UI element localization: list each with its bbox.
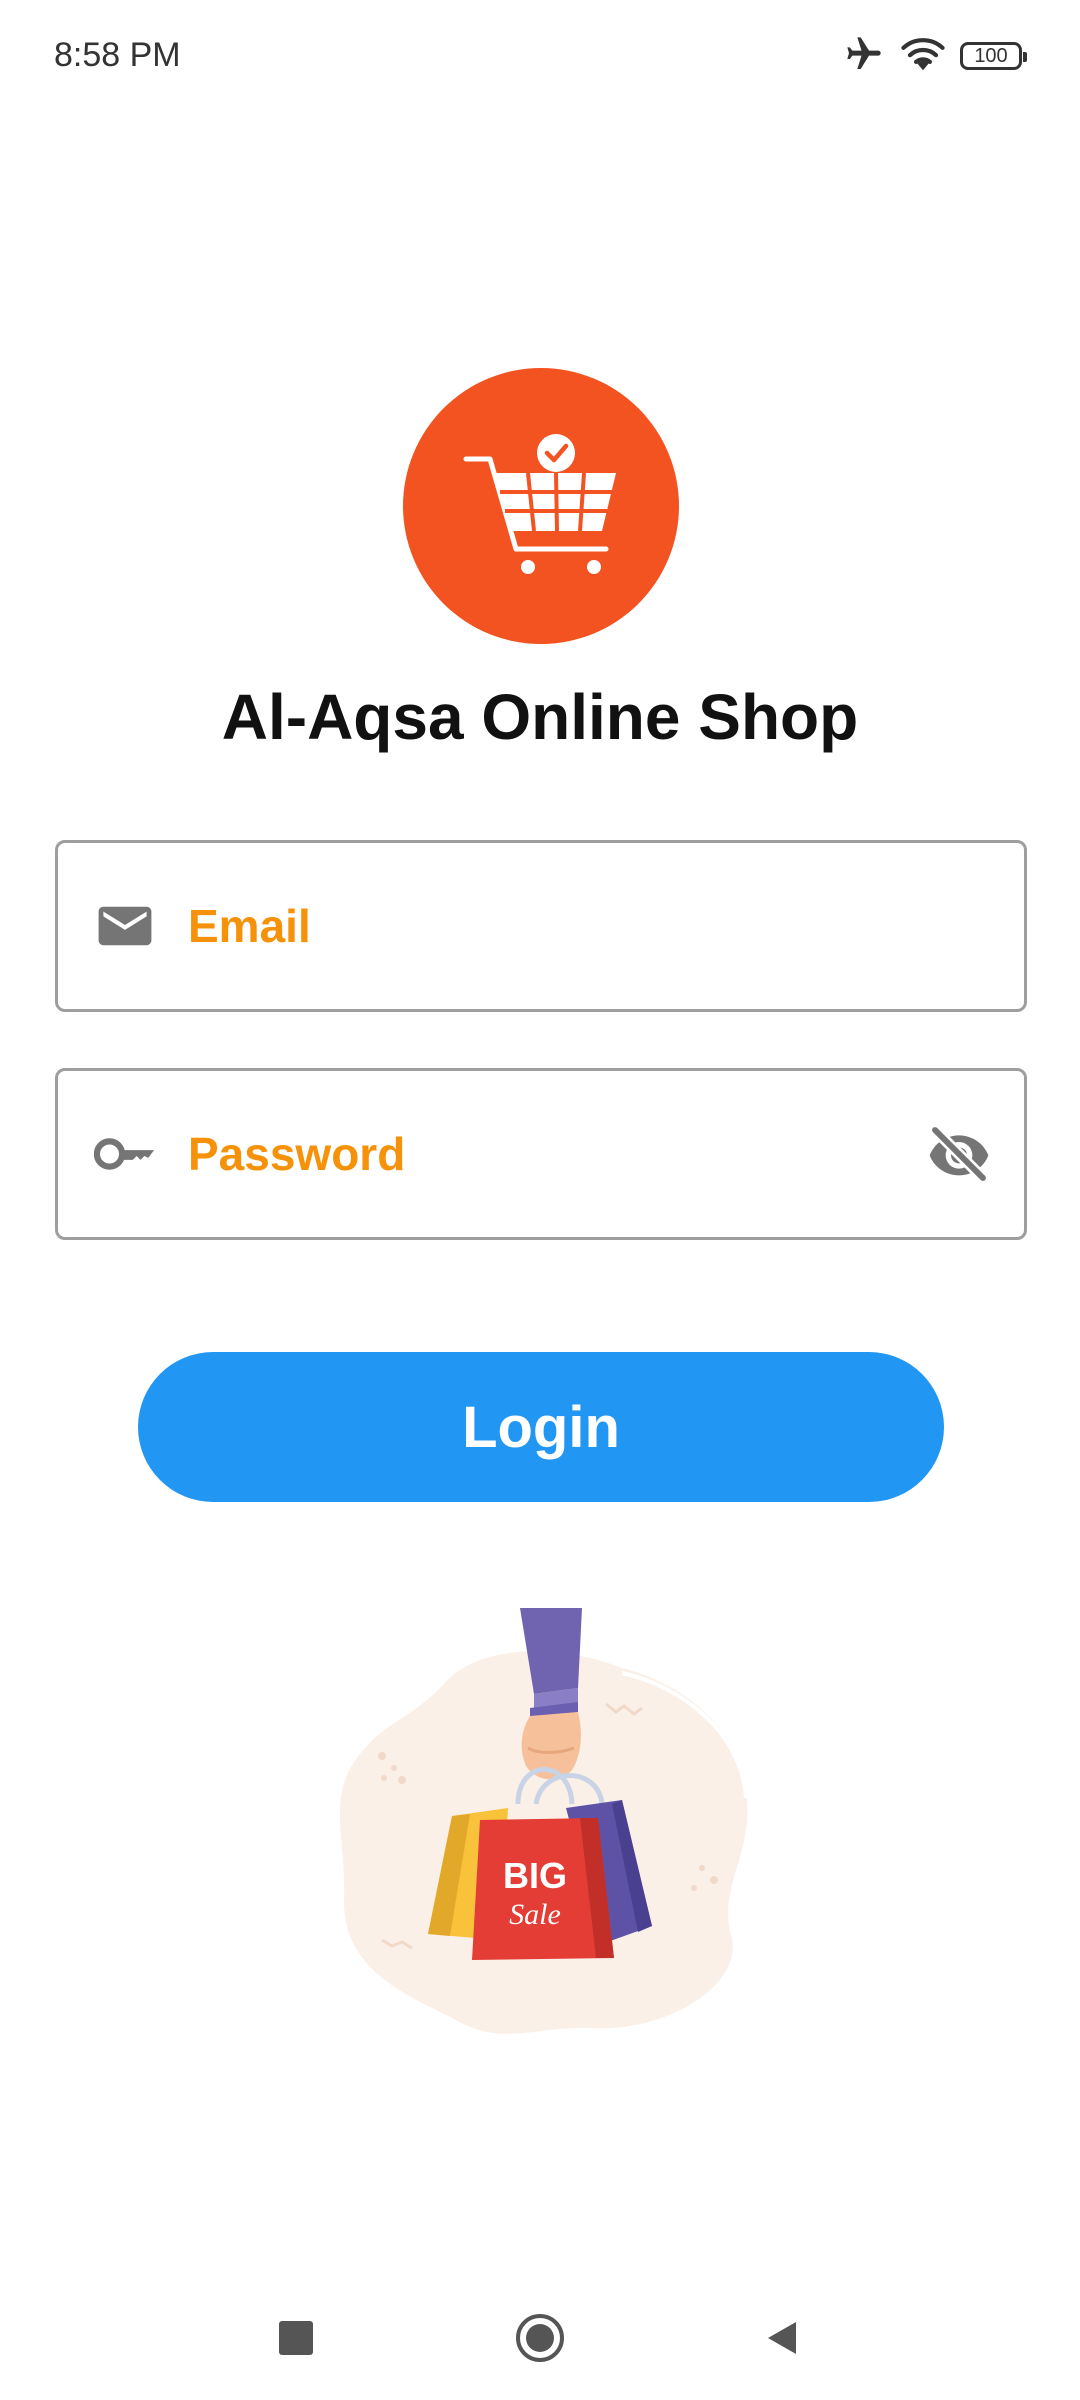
status-time: 8:58 PM [54, 36, 181, 74]
shopping-bags-illustration: BIG Sale [322, 1608, 762, 2048]
status-bar: 8:58 PM 100 [0, 0, 1080, 116]
mail-icon [94, 895, 156, 957]
system-navigation-bar [0, 2290, 1080, 2380]
login-button[interactable]: Login [138, 1352, 944, 1502]
wifi-icon [900, 34, 946, 79]
home-icon[interactable] [510, 2308, 570, 2368]
recent-apps-icon[interactable] [266, 2308, 326, 2368]
email-field[interactable]: Email [55, 840, 1027, 1012]
bag-label-big: BIG [503, 1855, 567, 1896]
eye-off-icon[interactable] [924, 1119, 994, 1189]
bag-label-sale: Sale [509, 1898, 561, 1931]
back-icon[interactable] [752, 2308, 812, 2368]
battery-icon: 100 [960, 42, 1027, 70]
password-field[interactable]: Password [55, 1068, 1027, 1240]
shopping-cart-check-icon [463, 434, 616, 574]
app-logo [403, 368, 679, 644]
login-screen: 8:58 PM 100 Al-Aqsa Online Shop Email Pa… [0, 0, 1080, 2400]
airplane-mode-icon [842, 34, 886, 79]
key-icon [94, 1123, 156, 1185]
app-title: Al-Aqsa Online Shop [221, 681, 859, 753]
status-icons: 100 [842, 34, 1027, 79]
